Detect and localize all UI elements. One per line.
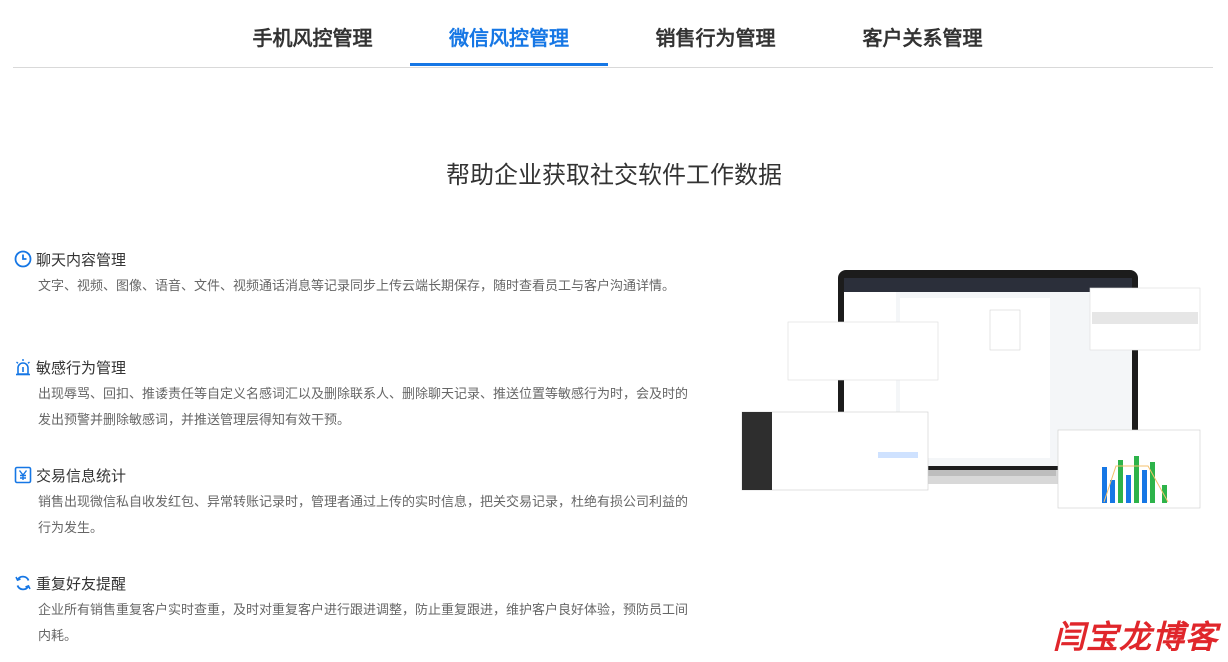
feature-desc: 文字、视频、图像、语音、文件、视频通话消息等记录同步上传云端长期保存，随时查看员… — [38, 279, 676, 294]
feature-transaction: 交易信息统计 销售出现微信私自收发红包、异常转账记录时，管理者通过上传的实时信息… — [14, 464, 694, 542]
feature-desc: 企业所有销售重复客户实时查重，及时对重复客户进行跟进调整，防止重复跟进，维护客户… — [38, 603, 689, 644]
feature-title: 聊天内容管理 — [36, 250, 127, 269]
tab-bar: 手机风控管理 微信风控管理 销售行为管理 客户关系管理 — [13, 0, 1213, 68]
brand-watermark: 闫宝龙博客 — [1052, 618, 1218, 656]
feature-sensitive: 敏感行为管理 出现辱骂、回扣、推诿责任等自定义名感词汇以及删除联系人、删除聊天记… — [14, 356, 694, 434]
tab-mobile-risk[interactable]: 手机风控管理 — [225, 0, 400, 66]
feature-chat: 聊天内容管理 文字、视频、图像、语音、文件、视频通话消息等记录同步上传云端长期保… — [14, 248, 694, 300]
feature-desc: 出现辱骂、回扣、推诿责任等自定义名感词汇以及删除联系人、删除聊天记录、推送位置等… — [38, 387, 689, 428]
tab-sales-behavior[interactable]: 销售行为管理 — [628, 0, 803, 66]
page-headline: 帮助企业获取社交软件工作数据 — [446, 161, 782, 189]
feature-duplicate: 重复好友提醒 企业所有销售重复客户实时查重，及时对重复客户进行跟进调整，防止重复… — [14, 572, 694, 650]
clock-icon — [14, 250, 32, 268]
alarm-icon — [16, 359, 30, 376]
refresh-icon — [15, 575, 31, 591]
feature-desc: 销售出现微信私自收发红包、异常转账记录时，管理者通过上传的实时信息，把关交易记录… — [38, 495, 689, 536]
feature-title: 交易信息统计 — [36, 466, 127, 485]
feature-title: 重复好友提醒 — [36, 574, 127, 593]
yen-icon — [14, 466, 32, 484]
tab-wechat-risk[interactable]: 微信风控管理 — [410, 0, 608, 66]
feature-title: 敏感行为管理 — [36, 358, 127, 377]
tab-customer-relation[interactable]: 客户关系管理 — [835, 0, 1010, 66]
product-screenshot-illustration — [741, 270, 1201, 509]
